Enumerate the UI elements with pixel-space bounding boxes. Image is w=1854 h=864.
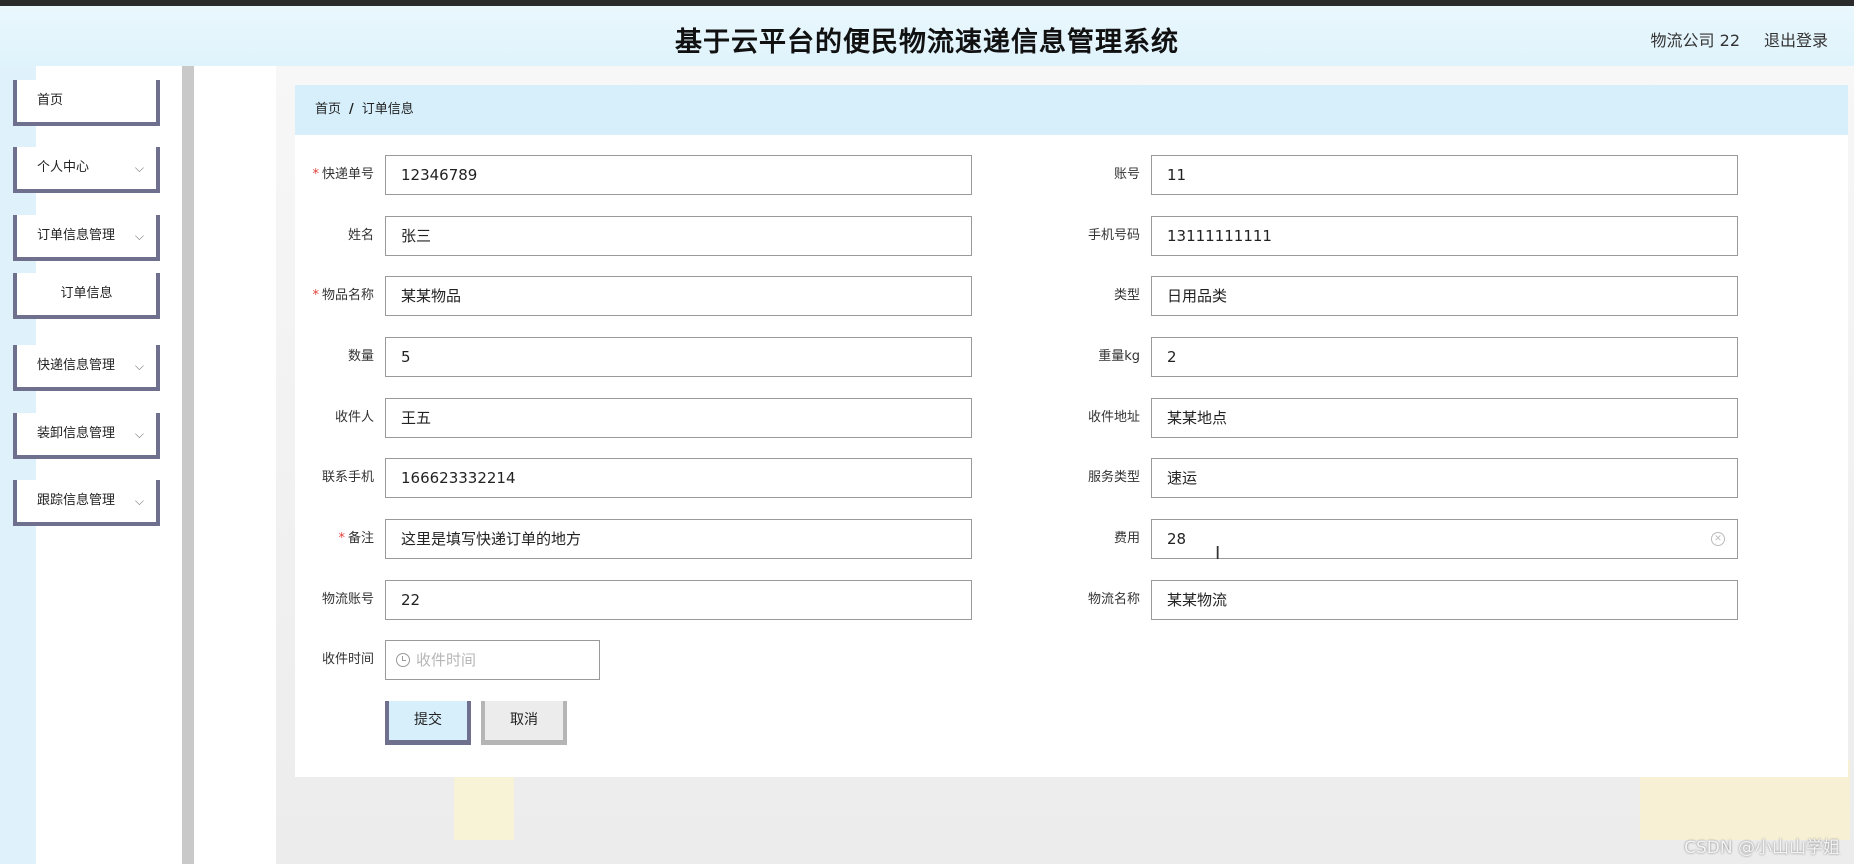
required-mark: * [312, 288, 319, 303]
quantity-input[interactable]: 5 [385, 337, 972, 377]
phone-input[interactable]: 13111111111 [1151, 216, 1738, 256]
cancel-button[interactable]: 取消 [481, 701, 567, 745]
receiver-label: 收件人 [334, 410, 374, 425]
logistics-account-label: 物流账号 [321, 592, 374, 607]
watermark: CSDN @小山山学姐 [1684, 838, 1840, 858]
text-cursor-icon: Ι [1215, 543, 1221, 564]
sidebar-item-label: 跟踪信息管理 [37, 493, 116, 508]
sidebar-item-order-info[interactable]: 订单信息 [13, 273, 160, 319]
sidebar-item-label: 订单信息管理 [37, 228, 116, 243]
chevron-down-icon: ⌵ [134, 359, 144, 373]
sidebar-item-label: 订单信息 [60, 286, 113, 301]
required-mark: * [338, 531, 345, 546]
receive-time-placeholder: 收件时间 [416, 651, 477, 669]
name-input[interactable]: 张三 [385, 216, 972, 256]
sidebar-item-home[interactable]: 首页 [13, 80, 160, 126]
clear-icon[interactable]: ✕ [1711, 532, 1725, 546]
breadcrumb-home[interactable]: 首页 [315, 102, 341, 117]
app-title: 基于云平台的便民物流速递信息管理系统 [675, 27, 1179, 58]
content-gutter [194, 66, 276, 864]
breadcrumb-current: 订单信息 [361, 102, 414, 117]
breadcrumb-separator: / [349, 102, 354, 117]
account-input[interactable]: 11 [1151, 155, 1738, 195]
remark-label: * 备注 [338, 531, 374, 546]
contact-phone-input[interactable]: 166623332214 [385, 458, 972, 498]
chevron-down-icon: ⌵ [134, 161, 144, 175]
phone-label: 手机号码 [1087, 228, 1140, 243]
weight-input[interactable]: 2 [1151, 337, 1738, 377]
item-name-label: * 物品名称 [312, 288, 374, 303]
receive-time-label: 收件时间 [321, 652, 374, 667]
breadcrumb: 首页 / 订单信息 [295, 85, 1848, 135]
chevron-down-icon: ⌵ [134, 229, 144, 243]
type-input[interactable]: 日用品类 [1151, 276, 1738, 316]
address-label: 收件地址 [1087, 410, 1140, 425]
receive-time-picker[interactable]: 收件时间 [385, 640, 600, 680]
sidebar-item-label: 装卸信息管理 [37, 426, 116, 441]
fee-input[interactable]: 28 ✕ [1151, 519, 1738, 559]
sidebar-item-label: 首页 [37, 93, 64, 108]
name-label: 姓名 [347, 228, 374, 243]
sidebar-item-order-management[interactable]: 订单信息管理 ⌵ [13, 215, 160, 261]
quantity-label: 数量 [347, 349, 374, 364]
sidebar-item-loading-management[interactable]: 装卸信息管理 ⌵ [13, 413, 160, 459]
service-type-input[interactable]: 速运 [1151, 458, 1738, 498]
fee-label: 费用 [1113, 531, 1140, 546]
required-mark: * [312, 167, 319, 182]
sidebar-item-express-management[interactable]: 快递信息管理 ⌵ [13, 345, 160, 391]
sidebar-item-label: 个人中心 [37, 160, 90, 175]
express-no-label: * 快递单号 [312, 167, 374, 182]
address-input[interactable]: 某某地点 [1151, 398, 1738, 438]
express-no-input[interactable]: 12346789 [385, 155, 972, 195]
chevron-down-icon: ⌵ [134, 494, 144, 508]
logout-button[interactable]: 退出登录 [1764, 27, 1828, 51]
current-user: 物流公司 22 [1650, 31, 1740, 50]
chevron-down-icon: ⌵ [134, 427, 144, 441]
weight-label: 重量kg [1098, 349, 1140, 364]
account-label: 账号 [1113, 167, 1140, 182]
logistics-name-label: 物流名称 [1087, 592, 1140, 607]
submit-button[interactable]: 提交 [385, 701, 471, 745]
sidebar-scrollbar[interactable] [182, 66, 194, 864]
sidebar-item-personal-center[interactable]: 个人中心 ⌵ [13, 147, 160, 193]
fee-value: 28 [1167, 530, 1187, 548]
remark-input[interactable]: 这里是填写快递订单的地方 [385, 519, 972, 559]
logistics-account-input[interactable]: 22 [385, 580, 972, 620]
item-name-input[interactable]: 某某物品 [385, 276, 972, 316]
app-header: 基于云平台的便民物流速递信息管理系统 物流公司 22 退出登录 [0, 6, 1854, 66]
sidebar-item-label: 快递信息管理 [37, 358, 116, 373]
logistics-name-input[interactable]: 某某物流 [1151, 580, 1738, 620]
type-label: 类型 [1113, 288, 1140, 303]
receiver-input[interactable]: 王五 [385, 398, 972, 438]
sidebar-item-tracking-management[interactable]: 跟踪信息管理 ⌵ [13, 480, 160, 526]
clock-icon [396, 653, 410, 667]
service-type-label: 服务类型 [1087, 470, 1140, 485]
contact-phone-label: 联系手机 [321, 470, 374, 485]
